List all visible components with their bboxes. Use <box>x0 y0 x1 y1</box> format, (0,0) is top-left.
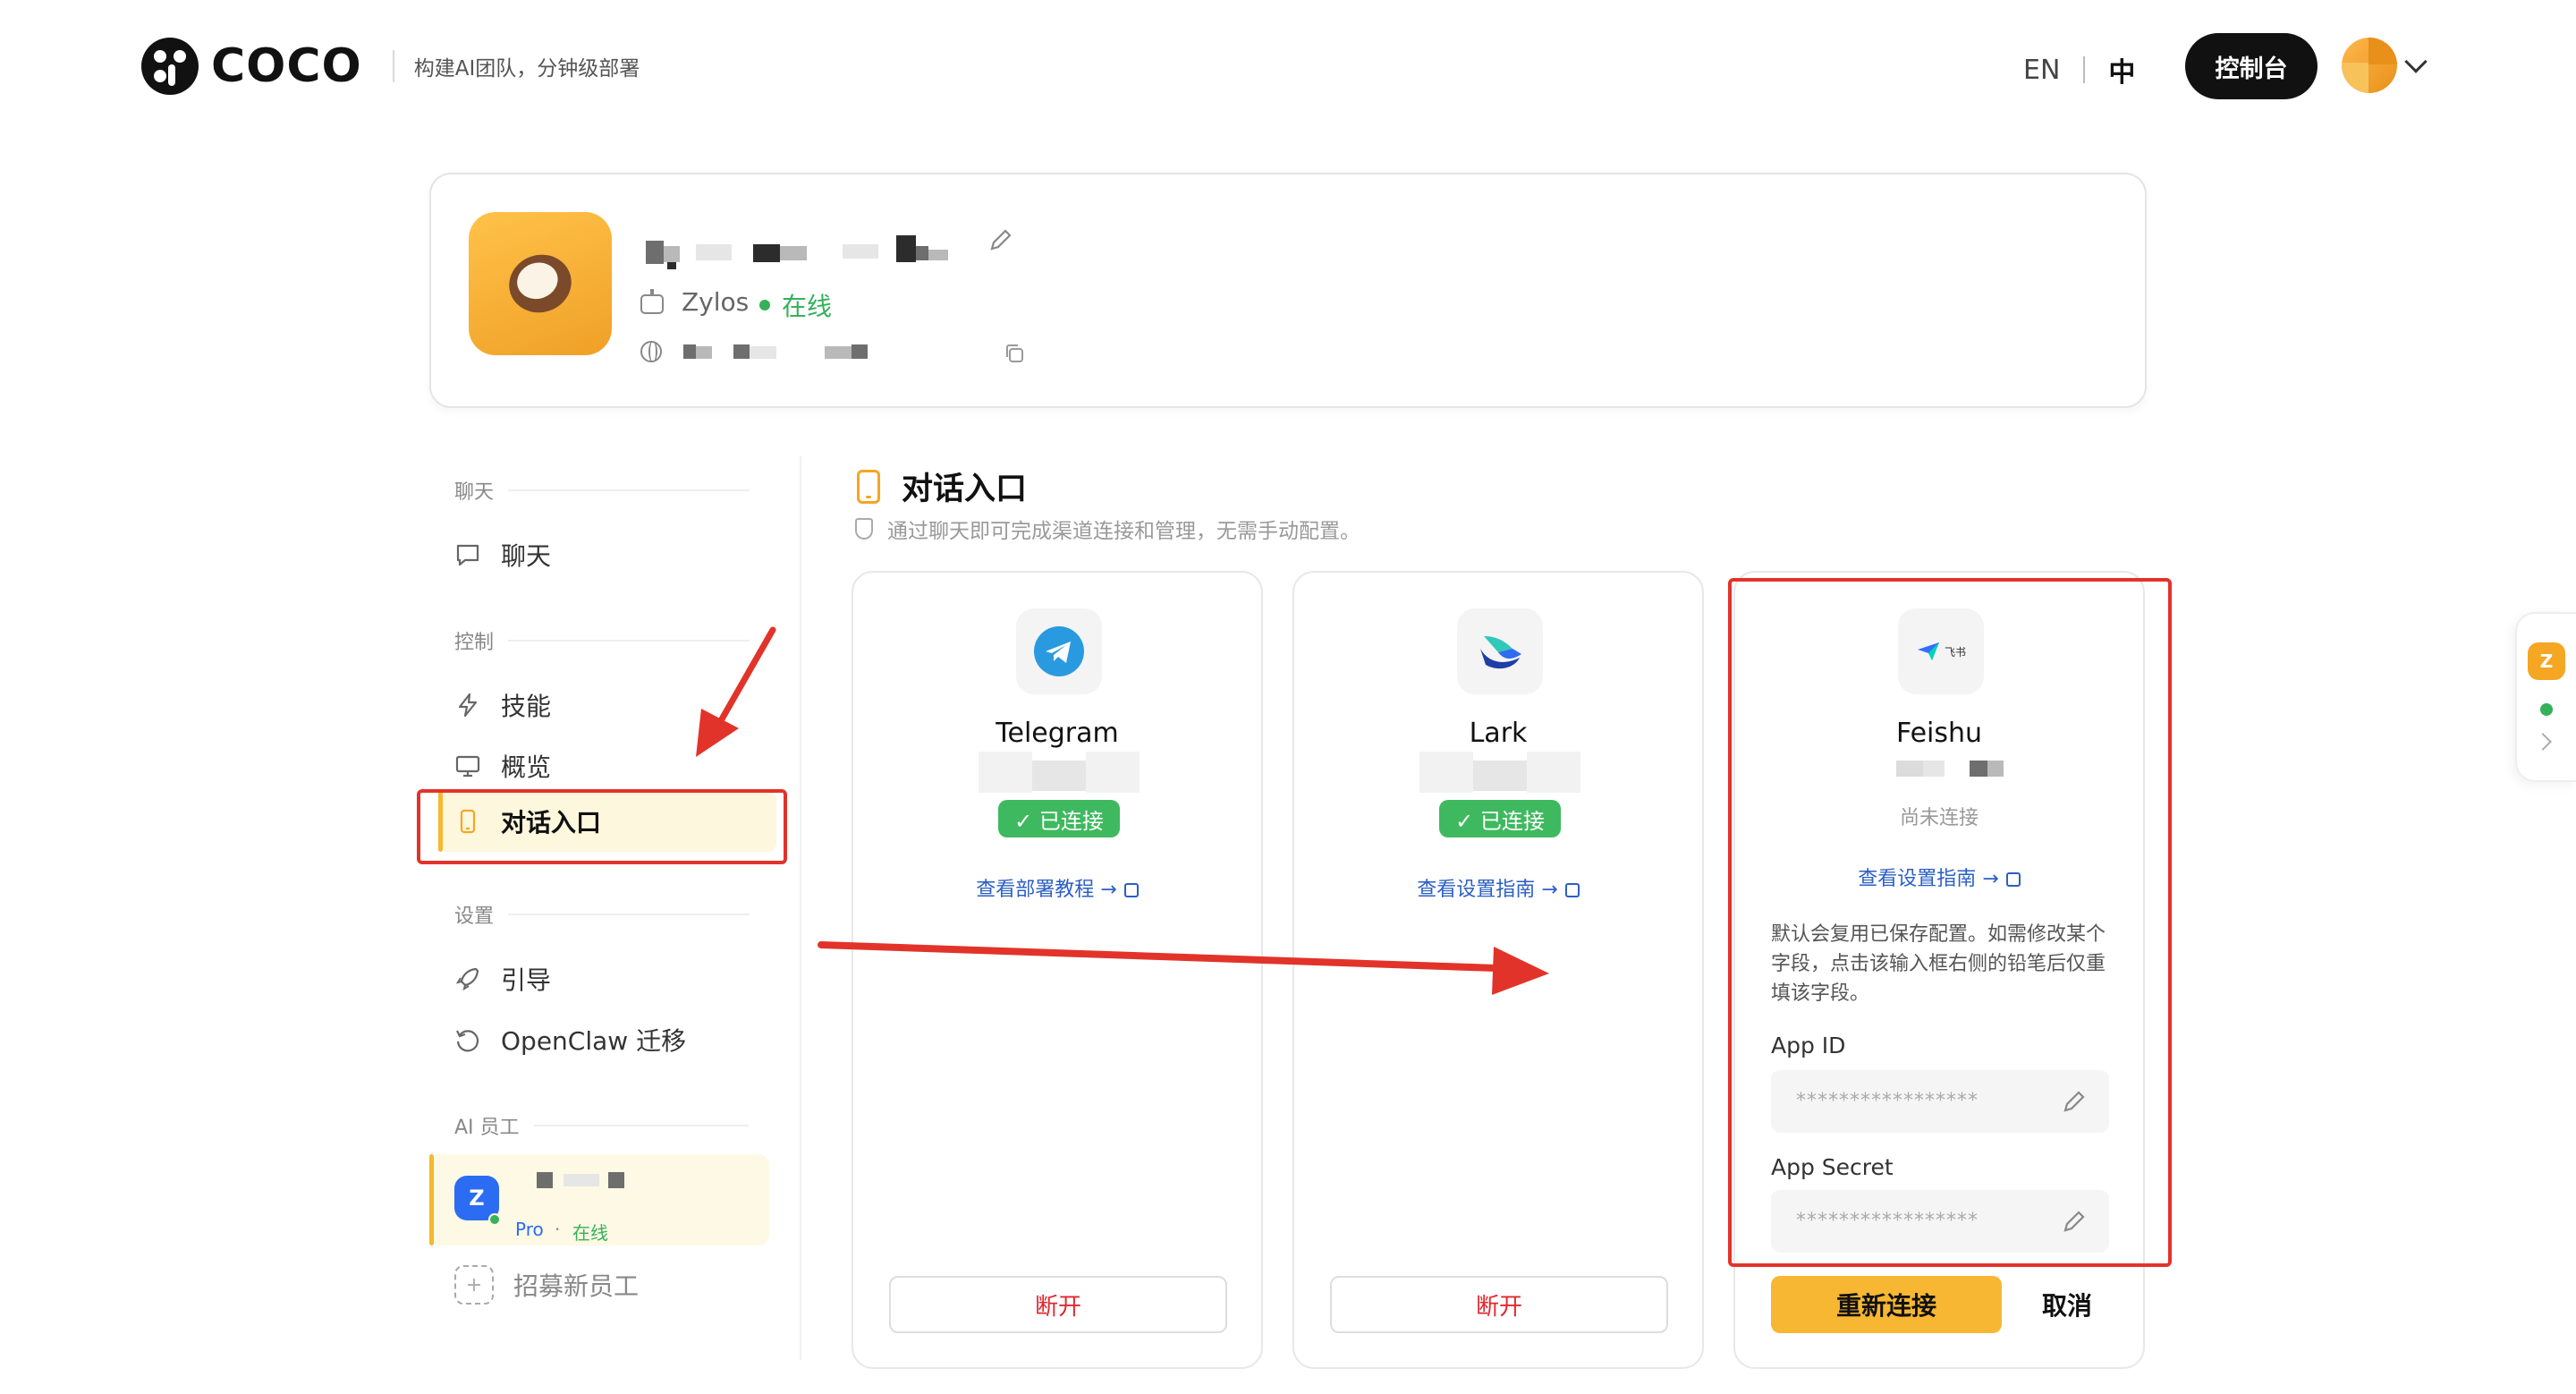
top-header: COCO 构建AI团队，分钟级部署 EN 中 控制台 <box>0 0 2576 134</box>
telegram-icon <box>1016 608 1102 694</box>
annotation-box-feishu <box>1728 578 2172 1267</box>
page-title: 对话入口 <box>857 463 1027 509</box>
page-subtitle-text: 通过聊天即可完成渠道连接和管理，无需手动配置。 <box>887 520 1360 543</box>
coco-logo-icon <box>141 38 199 95</box>
recruit-label: 招募新员工 <box>513 1271 640 1301</box>
section-title: 聊天 <box>454 481 495 504</box>
sidebar-section-chat: 聊天 <box>454 476 750 505</box>
link-text: 查看部署教程 → <box>976 879 1117 901</box>
channel-card-lark: Lark ✓ 已连接 查看设置指南 → 断开 <box>1292 571 1704 1369</box>
sidebar-item-openclaw-migration[interactable]: OpenClaw 迁移 <box>454 1013 776 1067</box>
logo-tagline: 构建AI团队，分钟级部署 <box>413 57 640 81</box>
sidebar-item-label: OpenClaw 迁移 <box>501 1026 687 1056</box>
sidebar-section-ai-employees: AI 员工 <box>454 1111 749 1140</box>
floating-online-dot <box>2540 703 2553 716</box>
sidebar-item-label: 技能 <box>501 692 552 721</box>
external-link-icon <box>1123 883 1139 897</box>
phone-icon <box>857 469 880 504</box>
section-title: AI 员工 <box>454 1117 520 1139</box>
bot-icon <box>640 289 664 314</box>
agent-avatar <box>469 212 612 355</box>
channel-name: Telegram <box>996 718 1119 749</box>
employee-status: 在线 <box>572 1222 608 1244</box>
user-avatar[interactable] <box>2342 38 2397 93</box>
chevron-right-icon[interactable] <box>2534 733 2552 751</box>
globe-icon <box>640 341 662 362</box>
section-title: 控制 <box>454 632 495 654</box>
link-text: 查看设置指南 → <box>1417 879 1558 901</box>
employee-online-dot <box>488 1213 501 1226</box>
lightning-icon <box>458 693 478 718</box>
agent-model: Zylos <box>682 287 750 317</box>
annotation-box-sidebar <box>417 789 787 864</box>
add-icon: + <box>454 1265 494 1305</box>
history-icon <box>456 1030 479 1052</box>
monitor-icon <box>455 755 480 778</box>
edit-name-pencil-icon[interactable] <box>987 226 1014 253</box>
section-title: 设置 <box>454 905 495 928</box>
employee-separator: · <box>555 1219 561 1240</box>
agent-profile-card: Zylos 在线 <box>429 173 2147 408</box>
recruit-employee-button[interactable]: + 招募新员工 <box>454 1265 639 1305</box>
console-button[interactable]: 控制台 <box>2185 33 2318 99</box>
external-link-icon <box>1564 883 1580 897</box>
lang-zh-button[interactable]: 中 <box>2108 50 2135 89</box>
online-status-dot <box>759 300 770 310</box>
connected-badge: ✓ 已连接 <box>998 800 1120 837</box>
rocket-icon <box>455 967 479 991</box>
reconnect-button[interactable]: 重新连接 <box>1771 1276 2002 1333</box>
sidebar-item-overview[interactable]: 概览 <box>454 739 776 793</box>
floating-agent-badge[interactable]: Z <box>2528 642 2565 680</box>
lang-en-button[interactable]: EN <box>2023 55 2060 86</box>
channel-guide-link[interactable]: 查看设置指南 → <box>1294 873 1702 902</box>
lark-icon <box>1457 608 1543 694</box>
cancel-button[interactable]: 取消 <box>2018 1276 2116 1333</box>
lang-divider <box>2083 56 2086 83</box>
sidebar-item-label: 概览 <box>501 752 552 782</box>
sidebar-item-chat[interactable]: 聊天 <box>454 528 776 582</box>
channel-name: Lark <box>1469 718 1528 749</box>
sidebar-item-label: 聊天 <box>501 541 552 571</box>
page-title-text: 对话入口 <box>902 472 1028 507</box>
sidebar: 聊天 聊天 控制 技能 概览 对话入口 设置 引导 OpenClaw 迁移 AI… <box>429 456 787 1360</box>
chat-bubble-icon <box>456 544 479 566</box>
shield-icon <box>855 518 873 540</box>
employee-plan: Pro <box>515 1219 544 1240</box>
connected-badge: ✓ 已连接 <box>1439 800 1561 837</box>
coconut-icon <box>501 246 580 321</box>
floating-side-panel[interactable]: Z <box>2515 612 2576 782</box>
sidebar-section-settings: 设置 <box>454 900 750 929</box>
agent-status: 在线 <box>782 292 833 321</box>
copy-icon[interactable] <box>1004 343 1025 364</box>
sidebar-item-skills[interactable]: 技能 <box>454 678 776 732</box>
logo[interactable]: COCO 构建AI团队，分钟级部署 <box>141 38 640 95</box>
language-switcher: EN 中 <box>2023 50 2135 89</box>
logo-text: COCO <box>211 39 362 93</box>
chevron-down-icon[interactable] <box>2404 50 2428 73</box>
page-subtitle: 通过聊天即可完成渠道连接和管理，无需手动配置。 <box>855 514 1360 544</box>
disconnect-button[interactable]: 断开 <box>889 1276 1227 1333</box>
logo-divider <box>392 50 394 82</box>
channel-card-telegram: Telegram ✓ 已连接 查看部署教程 → 断开 <box>852 571 1263 1369</box>
employee-card[interactable]: Z Pro · 在线 <box>429 1154 769 1245</box>
channel-guide-link[interactable]: 查看部署教程 → <box>853 873 1261 902</box>
sidebar-section-control: 控制 <box>454 626 750 655</box>
sidebar-item-guide[interactable]: 引导 <box>454 952 776 1006</box>
sidebar-divider <box>800 456 801 1360</box>
disconnect-button[interactable]: 断开 <box>1330 1276 1668 1333</box>
sidebar-item-label: 引导 <box>501 965 552 995</box>
